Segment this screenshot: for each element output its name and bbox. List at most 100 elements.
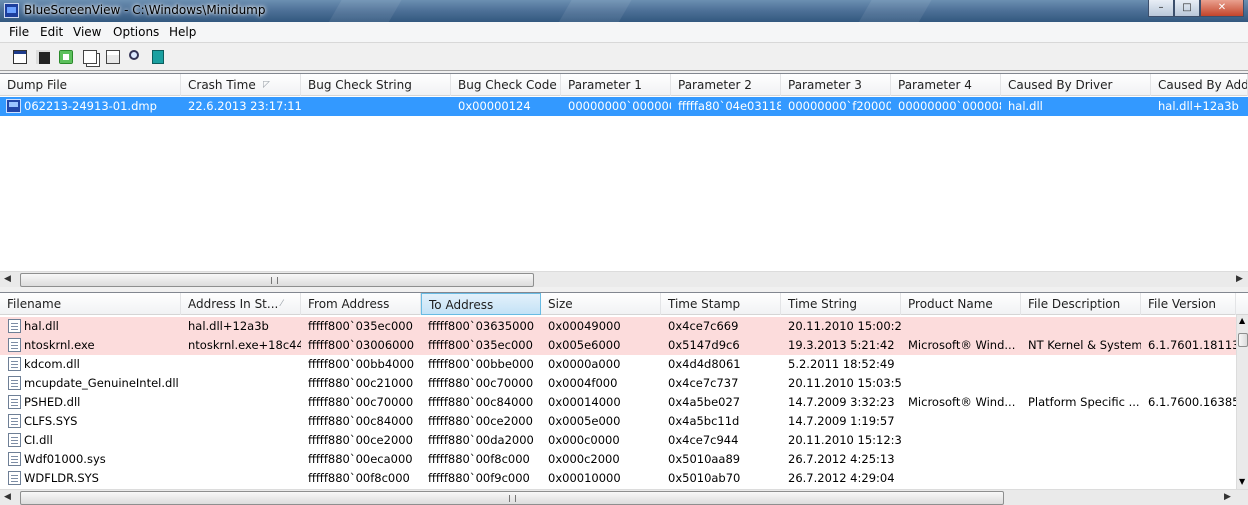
maximize-button[interactable]: □: [1174, 0, 1200, 17]
dump-list[interactable]: Dump File Crash Time ◸ Bug Check String …: [0, 73, 1248, 287]
html-report-button[interactable]: [103, 47, 121, 65]
driver-row[interactable]: WDFLDR.SYS fffff880`00f8c000 fffff880`00f9…: [0, 469, 1248, 488]
column-header[interactable]: File Version: [1141, 293, 1236, 315]
driver-row[interactable]: Wdf01000.sys fffff880`00eca000 fffff880`00…: [0, 450, 1248, 469]
file-version-cell: [1141, 317, 1236, 336]
to-address-cell: fffff800`03635000: [428, 319, 535, 333]
menu-view[interactable]: View: [73, 25, 101, 39]
time-string-cell: 14.7.2009 3:32:23: [788, 395, 895, 409]
scroll-left-icon[interactable]: ◀: [4, 274, 11, 284]
size-cell: 0x005e6000: [548, 338, 621, 352]
menu-options[interactable]: Options: [113, 25, 159, 39]
bug-check-string-cell: [301, 97, 451, 116]
driver-row[interactable]: ntoskrnl.exe ntoskrnl.exe+18c443 fffff800`…: [0, 336, 1248, 355]
from-address-cell: fffff880`00c21000: [308, 376, 414, 390]
from-address-cell: fffff880`00eca000: [308, 452, 413, 466]
product-name-cell: [901, 374, 1021, 393]
column-header[interactable]: Caused By Addre: [1151, 74, 1248, 96]
column-header[interactable]: File Description: [1021, 293, 1141, 315]
minimize-button[interactable]: –: [1148, 0, 1174, 17]
scroll-right-icon[interactable]: ▶: [1224, 492, 1231, 502]
from-address-cell: fffff880`00ce2000: [308, 433, 413, 447]
dump-row[interactable]: 062213-24913-01.dmp 22.6.2013 23:17:11 0…: [0, 97, 1248, 116]
column-header[interactable]: Filename: [0, 293, 181, 315]
driver-row[interactable]: PSHED.dll fffff880`00c70000 fffff880`00c84…: [0, 393, 1248, 412]
column-header-label: Address In St...: [188, 297, 279, 311]
exit-button[interactable]: [149, 47, 167, 65]
column-header[interactable]: Parameter 4: [891, 74, 1001, 96]
filename-cell: hal.dll: [24, 319, 59, 333]
to-address-cell: fffff800`035ec000: [428, 338, 533, 352]
properties-button[interactable]: [10, 47, 28, 65]
filename-cell: mcupdate_GenuineIntel.dll: [24, 376, 179, 390]
file-version-cell: [1141, 355, 1236, 374]
save-icon: [36, 50, 50, 64]
column-header[interactable]: Bug Check String: [301, 74, 451, 96]
app-icon: [4, 3, 19, 18]
scroll-left-icon[interactable]: ◀: [4, 492, 11, 502]
driver-row[interactable]: kdcom.dll fffff800`00bb4000 fffff800`00bbe…: [0, 355, 1248, 374]
column-header[interactable]: Dump File: [0, 74, 181, 96]
menu-file[interactable]: File: [9, 25, 29, 39]
file-version-cell: 6.1.7600.16385 (v: [1148, 395, 1236, 409]
product-name-cell: [901, 355, 1021, 374]
refresh-button[interactable]: [56, 47, 74, 65]
column-header[interactable]: Parameter 2: [671, 74, 781, 96]
to-address-cell: fffff880`00c84000: [428, 395, 534, 409]
toolbar: [0, 43, 1248, 71]
column-header[interactable]: Size: [541, 293, 661, 315]
column-header[interactable]: Bug Check Code: [451, 74, 561, 96]
column-header[interactable]: Time Stamp: [661, 293, 781, 315]
save-button[interactable]: [33, 47, 51, 65]
time-string-cell: 5.2.2011 18:52:49: [788, 357, 895, 371]
column-header[interactable]: Caused By Driver: [1001, 74, 1151, 96]
driver-list[interactable]: Filename Address In St... ⁄ From Address…: [0, 292, 1248, 505]
column-header[interactable]: From Address: [301, 293, 421, 315]
properties-icon: [13, 50, 27, 64]
column-header[interactable]: Parameter 1: [561, 74, 671, 96]
scroll-down-icon[interactable]: ▼: [1239, 477, 1245, 486]
address-in-stack-cell: [181, 355, 301, 374]
scroll-thumb[interactable]: [20, 491, 1004, 505]
filename-cell: CLFS.SYS: [24, 414, 78, 428]
driver-row[interactable]: hal.dll hal.dll+12a3b fffff800`035ec000 fff…: [0, 317, 1248, 336]
driver-row[interactable]: CLFS.SYS fffff880`00c84000 fffff880`00ce20…: [0, 412, 1248, 431]
driver-list-vscrollbar[interactable]: ▲ ▼: [1236, 315, 1248, 489]
time-stamp-cell: 0x4a5bc11d: [668, 414, 740, 428]
title-bar-decoration: [306, 0, 414, 22]
find-icon: [129, 50, 139, 60]
from-address-cell: fffff880`00c70000: [308, 395, 414, 409]
file-description-cell: [1021, 317, 1141, 336]
column-header[interactable]: Parameter 3: [781, 74, 891, 96]
column-header[interactable]: Crash Time ◸: [181, 74, 301, 96]
column-header[interactable]: Address In St... ⁄: [181, 293, 301, 315]
title-bar: BlueScreenView - C:\Windows\Minidump – □…: [0, 0, 1248, 22]
close-button[interactable]: ✕: [1200, 0, 1244, 17]
scroll-up-icon[interactable]: ▲: [1239, 316, 1245, 325]
dump-list-hscrollbar[interactable]: ◀ ▶: [0, 271, 1248, 287]
parameter-1-cell: 00000000`000000...: [568, 99, 671, 113]
scroll-thumb[interactable]: [20, 273, 534, 287]
menu-help[interactable]: Help: [169, 25, 196, 39]
column-header[interactable]: To Address: [421, 293, 541, 315]
product-name-cell: [901, 450, 1021, 469]
scroll-thumb[interactable]: [1238, 333, 1248, 347]
copy-button[interactable]: [80, 47, 98, 65]
column-header-label: Crash Time: [188, 78, 256, 92]
to-address-cell: fffff800`00bbe000: [428, 357, 534, 371]
column-header[interactable]: Product Name: [901, 293, 1021, 315]
filename-cell: WDFLDR.SYS: [24, 471, 99, 485]
address-in-stack-cell: [181, 412, 301, 431]
sort-indicator-icon: ◸: [263, 80, 270, 90]
find-button[interactable]: [126, 47, 144, 65]
address-in-stack-cell: [181, 450, 301, 469]
address-in-stack-cell: hal.dll+12a3b: [188, 319, 269, 333]
menu-edit[interactable]: Edit: [40, 25, 63, 39]
column-header[interactable]: Time String: [781, 293, 901, 315]
file-description-cell: [1021, 431, 1141, 450]
driver-row[interactable]: CI.dll fffff880`00ce2000 fffff880`00da2000…: [0, 431, 1248, 450]
scroll-right-icon[interactable]: ▶: [1236, 274, 1243, 284]
driver-row[interactable]: mcupdate_GenuineIntel.dll fffff880`00c210…: [0, 374, 1248, 393]
driver-list-hscrollbar[interactable]: ◀ ▶: [0, 489, 1248, 505]
file-version-cell: [1141, 450, 1236, 469]
